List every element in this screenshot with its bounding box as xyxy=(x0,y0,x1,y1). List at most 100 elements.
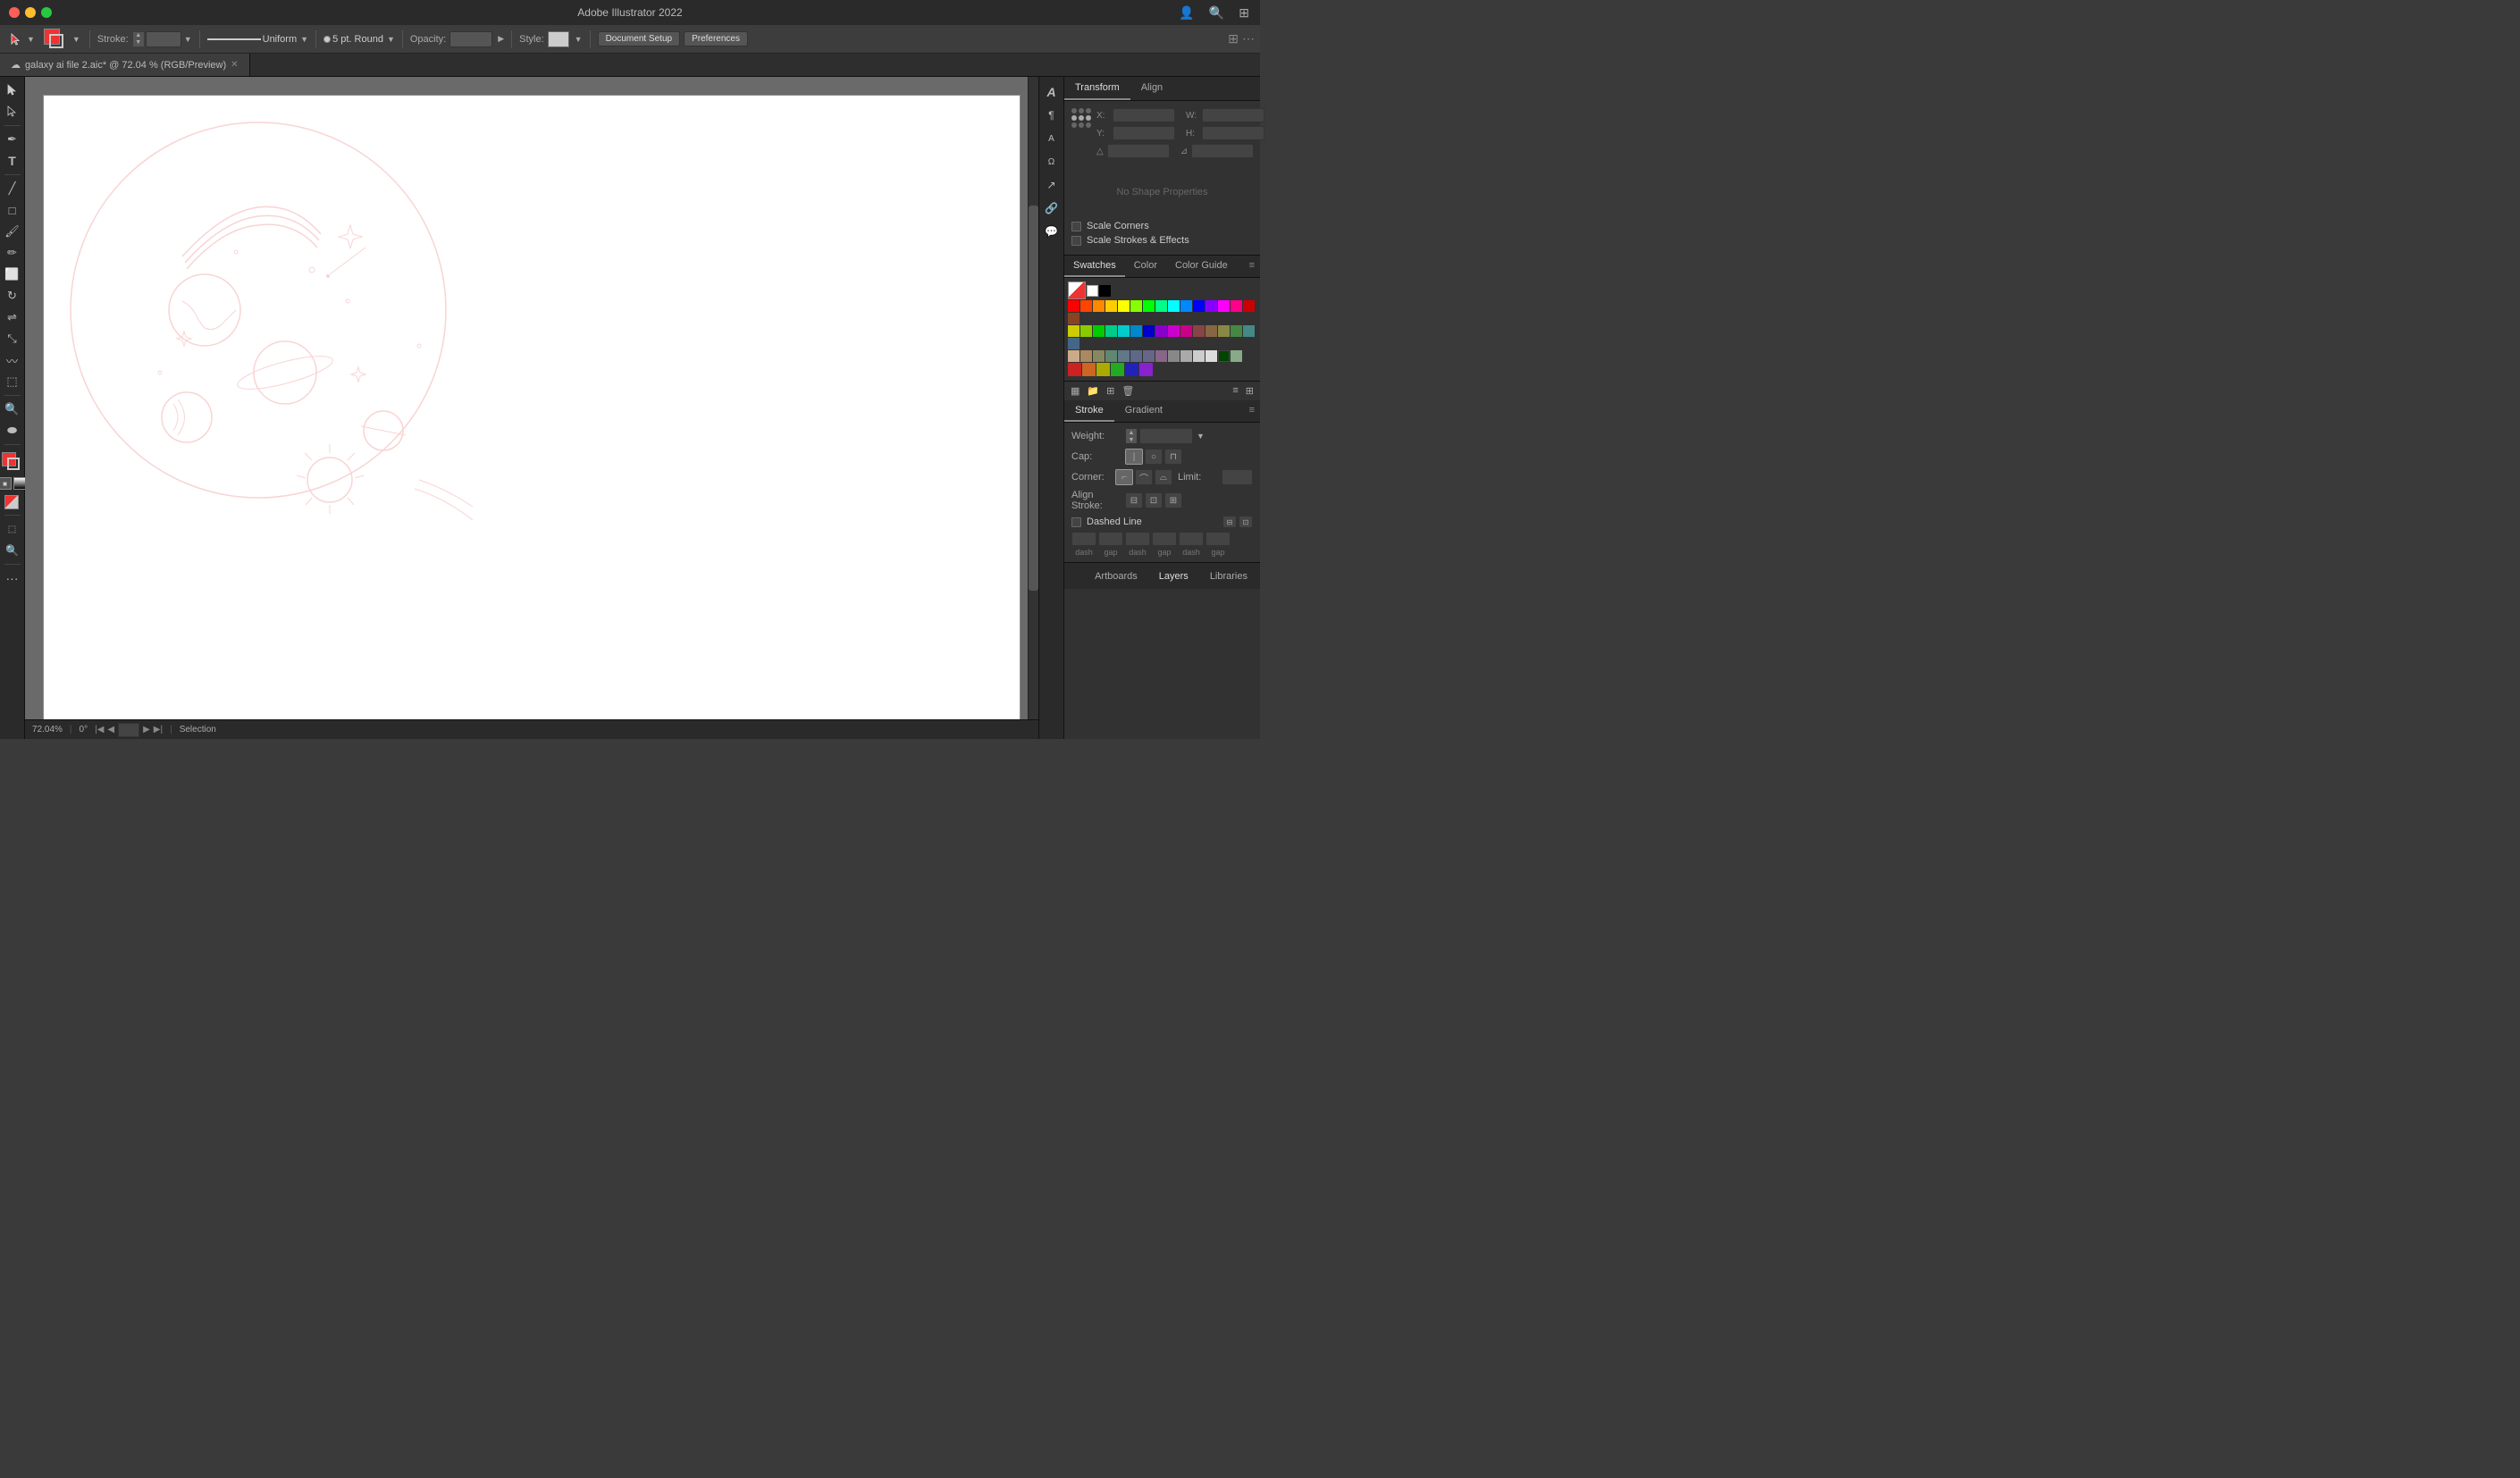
new-swatch-btn[interactable]: ⊞ xyxy=(1104,383,1117,399)
swatch-yellow-green[interactable] xyxy=(1130,300,1142,312)
stroke-stepper[interactable]: ▲ ▼ xyxy=(133,32,144,46)
center-stroke-btn[interactable]: ⊟ xyxy=(1125,492,1143,508)
comment-icon[interactable]: 💬 xyxy=(1042,222,1062,241)
style-dropdown[interactable]: ▼ xyxy=(575,35,583,44)
stroke-box[interactable] xyxy=(7,458,20,470)
doc-setup-button[interactable]: Document Setup xyxy=(598,31,681,46)
black-swatch[interactable] xyxy=(1099,285,1111,297)
ref-tr[interactable] xyxy=(1086,108,1091,113)
x-input[interactable] xyxy=(1113,108,1175,122)
minimize-button[interactable] xyxy=(25,7,36,18)
opacity-input[interactable]: 100% xyxy=(449,31,492,47)
eraser-tool[interactable]: ⬜ xyxy=(3,265,22,284)
swatch-lime[interactable] xyxy=(1080,325,1092,337)
ref-bc[interactable] xyxy=(1079,122,1084,128)
preferences-button[interactable]: Preferences xyxy=(684,31,748,46)
link-icon[interactable]: 🔗 xyxy=(1042,198,1062,218)
prev-artboard[interactable]: ◀ xyxy=(107,725,114,735)
transform-tab[interactable]: Transform xyxy=(1064,77,1130,100)
swatch-tan[interactable] xyxy=(1205,325,1217,337)
search-icon[interactable]: 🔍 xyxy=(1209,5,1224,21)
delete-swatch-btn[interactable]: 🗑 xyxy=(1119,383,1137,399)
swatches-menu-btn[interactable]: ≡ xyxy=(1244,256,1260,277)
swatch-violet[interactable] xyxy=(1168,325,1180,337)
pencil-tool[interactable]: ✏ xyxy=(3,243,22,263)
swatch-dusty-red[interactable] xyxy=(1193,325,1205,337)
artboard-number[interactable]: 1 xyxy=(118,723,139,737)
warp-tool[interactable]: 〰 xyxy=(3,350,22,370)
gap-input-2[interactable] xyxy=(1152,532,1177,546)
none-swatch[interactable] xyxy=(1068,281,1086,299)
ref-mc[interactable] xyxy=(1079,115,1084,121)
round-cap-selector[interactable]: 5 pt. Round ▼ xyxy=(323,34,395,45)
stroke-weight-control[interactable]: ▲ ▼ 0.1 pt ▼ xyxy=(132,31,192,47)
swatch-gray[interactable] xyxy=(1168,350,1180,362)
selection-tool[interactable] xyxy=(3,80,22,100)
rotate-tool[interactable]: ↻ xyxy=(3,286,22,306)
swatch-yellow-orange[interactable] xyxy=(1105,300,1117,312)
scale-tool[interactable]: ⤡ xyxy=(3,329,22,349)
scale-strokes-checkbox[interactable] xyxy=(1071,236,1081,246)
opacity-dropdown[interactable]: ▶ xyxy=(498,34,504,44)
large-swatch-btn[interactable]: ⊞ xyxy=(1243,383,1256,399)
dash-input-2[interactable] xyxy=(1125,532,1150,546)
swatch-sage[interactable] xyxy=(1105,350,1117,362)
limit-input[interactable]: 10 xyxy=(1222,469,1253,485)
align-tab[interactable]: Align xyxy=(1130,77,1173,100)
eyedropper-tool[interactable]: 🔍 xyxy=(3,399,22,419)
swatch-green[interactable] xyxy=(1143,300,1155,312)
swatches-tab-btn[interactable]: Swatches xyxy=(1064,256,1125,277)
ref-mr[interactable] xyxy=(1086,115,1091,121)
color-guide-tab-btn[interactable]: Color Guide xyxy=(1166,256,1237,277)
small-swatch-btn[interactable]: ≡ xyxy=(1230,383,1240,399)
swatch-caramel[interactable] xyxy=(1080,350,1092,362)
swatch-forest[interactable] xyxy=(1231,325,1242,337)
swatch-dark-teal[interactable] xyxy=(1243,325,1255,337)
scale-corners-checkbox[interactable] xyxy=(1071,222,1081,231)
tab-close-button[interactable]: ✕ xyxy=(231,60,238,70)
dash-align-btn2[interactable]: ⊡ xyxy=(1239,516,1253,528)
style-swatch[interactable] xyxy=(548,31,569,47)
swatch-green-cyan[interactable] xyxy=(1155,300,1167,312)
line-tool[interactable]: ╱ xyxy=(3,179,22,198)
fullscreen-button[interactable] xyxy=(41,7,52,18)
toolbar-extra-icon[interactable]: ⋯ xyxy=(1242,31,1255,46)
swatch-blue-purple[interactable] xyxy=(1205,300,1217,312)
stroke-menu-btn[interactable]: ≡ xyxy=(1244,400,1260,422)
swatch-very-light[interactable] xyxy=(1205,350,1217,362)
stroke-up[interactable]: ▲ xyxy=(133,32,144,39)
swatch-pink[interactable] xyxy=(1231,300,1242,312)
blend-tool[interactable]: ⬬ xyxy=(3,421,22,441)
miter-corner-btn[interactable]: ⌐ xyxy=(1115,469,1133,485)
user-icon[interactable]: 👤 xyxy=(1179,5,1194,21)
angle-input[interactable] xyxy=(1107,144,1170,158)
swatch-red[interactable] xyxy=(1068,300,1079,312)
weight-unit-dropdown[interactable]: ▼ xyxy=(1197,432,1205,441)
artboard[interactable] xyxy=(43,95,1021,721)
document-tab[interactable]: ☁ galaxy ai file 2.aic* @ 72.04 % (RGB/P… xyxy=(0,54,250,76)
canvas-area[interactable]: 72.04% | 0° |◀ ◀ 1 ▶ ▶| | Selection xyxy=(25,77,1038,739)
stroke-dropdown[interactable]: ▼ xyxy=(184,35,192,44)
stroke-style-dropdown[interactable]: ▼ xyxy=(300,35,308,44)
swatch-teal-green[interactable] xyxy=(1105,325,1117,337)
swatch-b3[interactable] xyxy=(1096,363,1110,376)
artboard-tool[interactable]: ⬚ xyxy=(3,519,22,539)
swatch-khaki[interactable] xyxy=(1218,325,1230,337)
panels-icon[interactable]: ⊞ xyxy=(1239,5,1249,21)
shear-input[interactable] xyxy=(1191,144,1254,158)
white-swatch[interactable] xyxy=(1087,285,1098,297)
ref-ml[interactable] xyxy=(1071,115,1077,121)
swatch-magenta[interactable] xyxy=(1218,300,1230,312)
paintbrush-tool[interactable]: 🖌 xyxy=(3,222,22,241)
swatch-b6[interactable] xyxy=(1139,363,1153,376)
ref-tc[interactable] xyxy=(1079,108,1084,113)
color-box[interactable] xyxy=(2,452,23,474)
libraries-bottom-tab[interactable]: Libraries xyxy=(1205,569,1253,584)
swatch-yellow[interactable] xyxy=(1118,300,1130,312)
w-input[interactable] xyxy=(1202,108,1264,122)
swatch-slate[interactable] xyxy=(1068,338,1079,349)
gap-input-1[interactable] xyxy=(1098,532,1123,546)
swatch-navy[interactable] xyxy=(1143,325,1155,337)
vertical-scrollbar[interactable] xyxy=(1028,77,1038,719)
rect-tool[interactable]: □ xyxy=(3,200,22,220)
